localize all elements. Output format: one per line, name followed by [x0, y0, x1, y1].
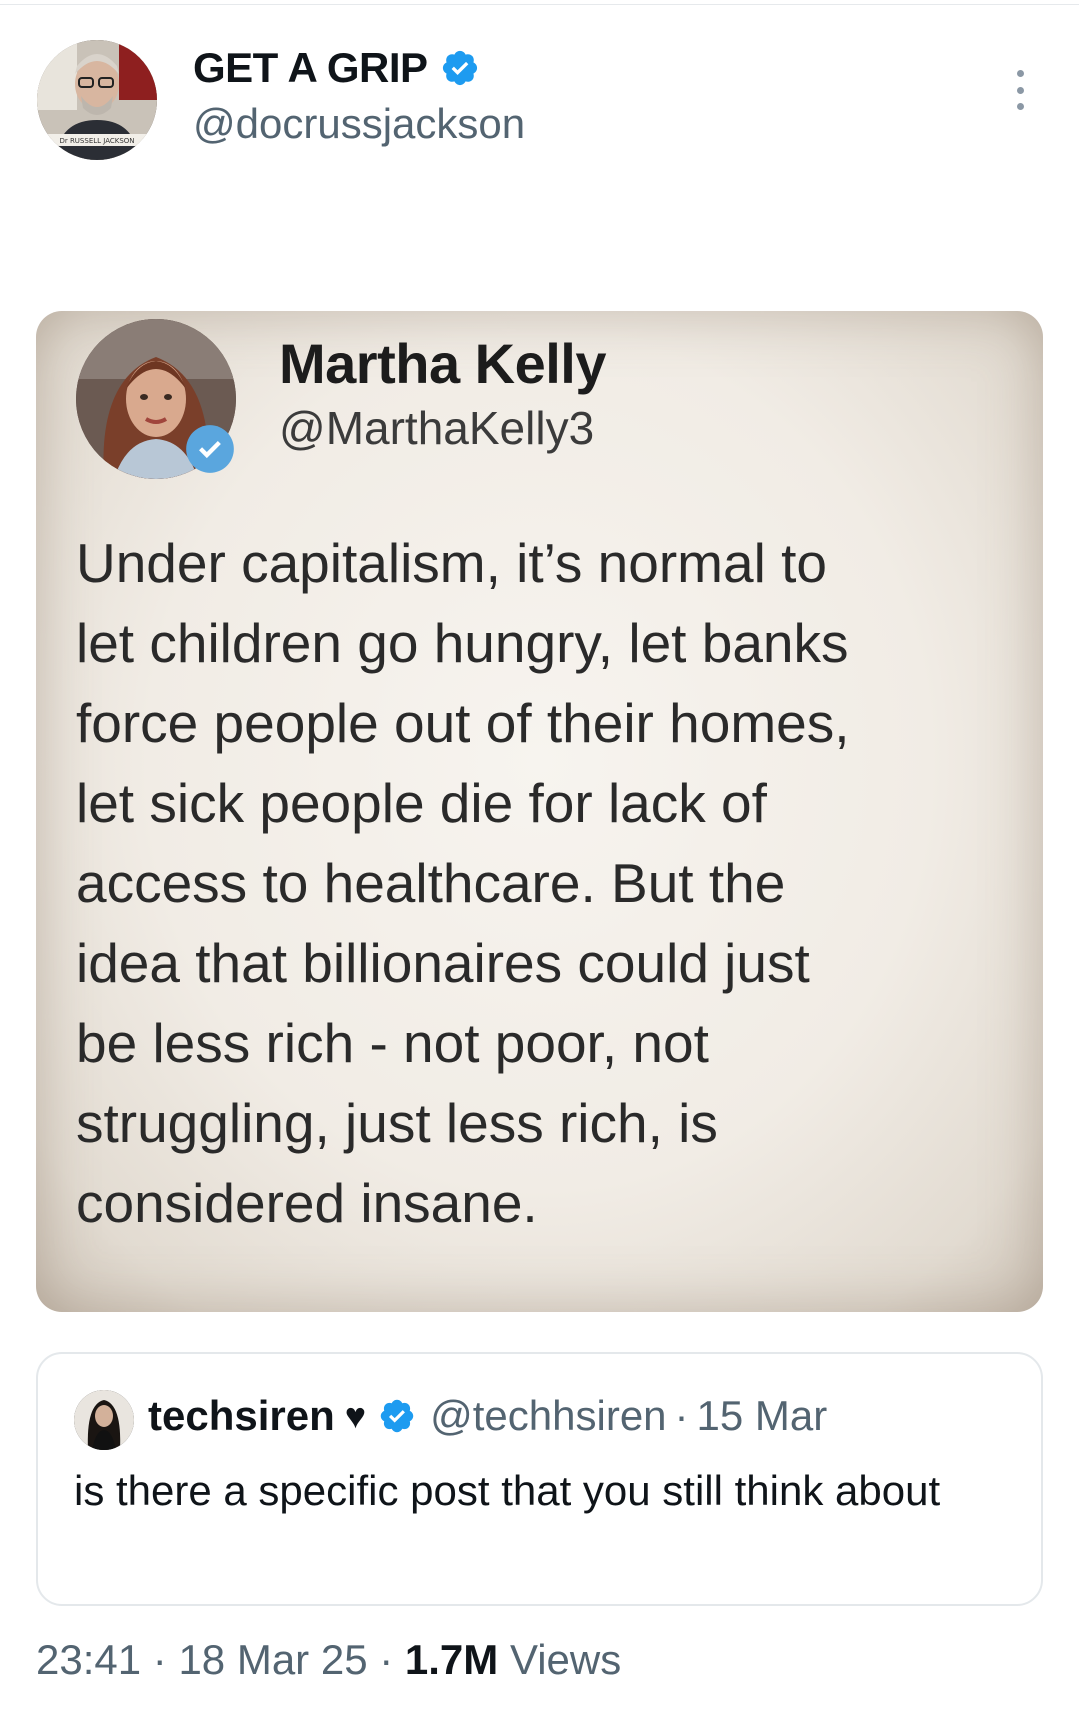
more-dot-icon	[1016, 86, 1024, 94]
tweet-media-image[interactable]: Martha Kelly @MarthaKelly3 Under capital…	[36, 311, 1043, 1312]
quoted-author-handle[interactable]: @techhsiren	[430, 1392, 666, 1440]
verified-badge-icon	[442, 50, 477, 86]
quoted-tweet-header: techsiren ♥ @techhsiren · 15 Mar	[148, 1392, 827, 1440]
author-avatar[interactable]: Dr RUSSELL JACKSON	[37, 40, 157, 160]
tweet-time[interactable]: 23:41	[36, 1636, 141, 1683]
more-dot-icon	[1016, 70, 1024, 77]
tweet-meta: 23:41 · 18 Mar 25 · 1.7M Views	[36, 1636, 621, 1684]
media-tweet-text: Under capitalism, it’s normal to let chi…	[76, 532, 850, 1234]
top-divider	[0, 4, 1079, 5]
heart-icon: ♥	[344, 1395, 367, 1436]
author-name-text: GET A GRIP	[193, 44, 428, 91]
quoted-tweet-text: is there a specific post that you still …	[74, 1467, 941, 1514]
author-handle[interactable]: @docrussjackson	[193, 100, 525, 148]
author-display-name[interactable]: GET A GRIP	[193, 44, 480, 92]
more-options-button[interactable]	[1005, 70, 1035, 110]
tweet-date[interactable]: 18 Mar 25	[178, 1636, 367, 1683]
more-dot-icon	[1016, 103, 1024, 110]
quoted-verified-badge-icon	[380, 1399, 414, 1433]
quoted-tweet-card[interactable]: techsiren ♥ @techhsiren · 15 Mar is ther…	[36, 1352, 1043, 1606]
views-count[interactable]: 1.7M	[405, 1636, 498, 1683]
media-author-name: Martha Kelly	[279, 332, 607, 395]
meta-separator: ·	[379, 1636, 394, 1683]
quoted-author-name[interactable]: techsiren	[148, 1392, 335, 1440]
avatar-caption: Dr RUSSELL JACKSON	[59, 137, 134, 145]
media-verified-badge-icon	[186, 425, 234, 473]
meta-separator: ·	[152, 1636, 167, 1683]
quoted-separator: ·	[674, 1392, 689, 1439]
quoted-author-avatar	[74, 1390, 134, 1450]
media-author-handle: @MarthaKelly3	[279, 402, 595, 454]
views-label: Views	[509, 1636, 622, 1683]
quoted-date[interactable]: 15 Mar	[697, 1392, 828, 1440]
